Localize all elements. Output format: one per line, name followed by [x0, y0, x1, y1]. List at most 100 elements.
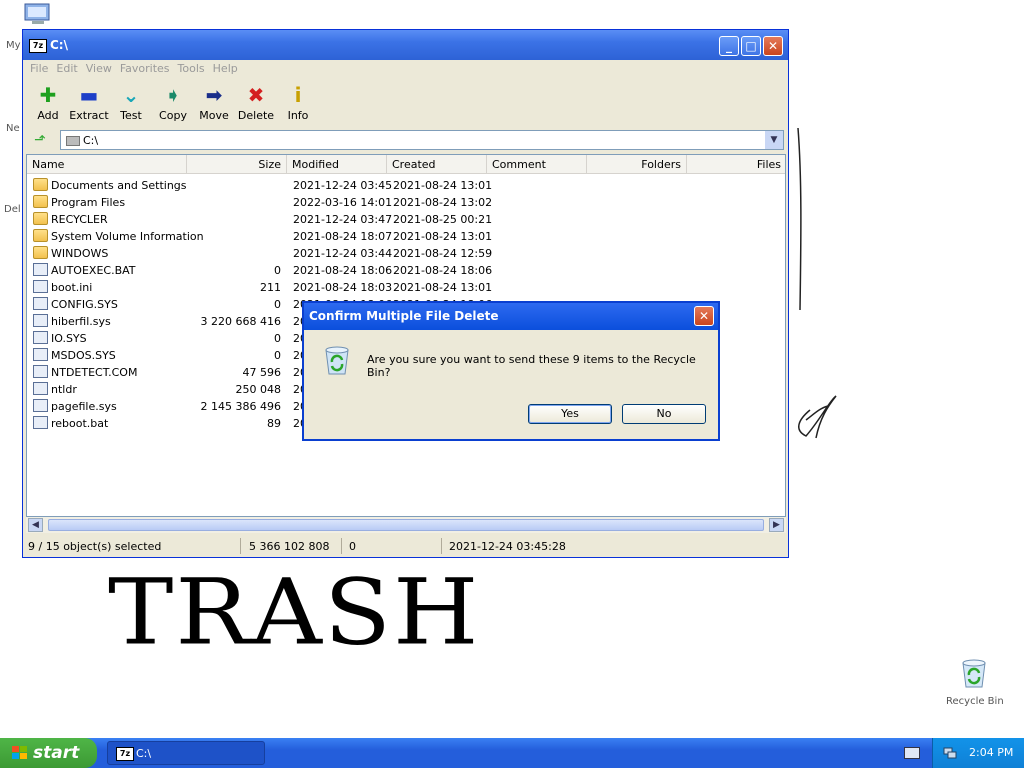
cell-created: 2021-08-24 13:02 [393, 196, 493, 209]
menu-view[interactable]: View [82, 60, 116, 77]
folder-icon [33, 229, 48, 242]
cell-size: 0 [274, 298, 281, 311]
scroll-right-icon[interactable]: ▶ [769, 518, 784, 532]
window-titlebar[interactable]: 7z C:\ _ □ ✕ [23, 30, 788, 60]
add-button[interactable]: ✚ Add [26, 82, 70, 122]
keyboard-icon[interactable] [904, 747, 920, 759]
cell-size: 211 [260, 281, 281, 294]
file-icon [33, 399, 48, 412]
dialog-close-button[interactable]: ✕ [694, 306, 714, 326]
no-button[interactable]: No [622, 404, 706, 424]
cell-created: 2021-08-24 13:01 [393, 281, 493, 294]
start-label: start [33, 743, 80, 763]
column-header-files[interactable]: Files [687, 155, 785, 174]
my-computer-icon[interactable] [22, 2, 54, 26]
folder-icon [33, 212, 48, 225]
cell-name: Program Files [51, 196, 126, 209]
cell-size: 0 [274, 332, 281, 345]
status-selection: 9 / 15 object(s) selected [28, 540, 162, 553]
column-header-modified[interactable]: Modified [287, 155, 387, 174]
cell-name: reboot.bat [51, 417, 109, 430]
column-header-name[interactable]: Name [27, 155, 187, 174]
column-header-created[interactable]: Created [387, 155, 487, 174]
folder-icon [33, 246, 48, 259]
copy-label: Copy [159, 109, 187, 122]
column-header-comment[interactable]: Comment [487, 155, 587, 174]
cell-created: 2021-08-24 13:01 [393, 230, 493, 243]
extract-icon: ▬ [79, 83, 99, 107]
window-title: C:\ [50, 38, 68, 52]
status-packed-size: 0 [349, 540, 356, 553]
menu-file[interactable]: File [26, 60, 52, 77]
menu-help[interactable]: Help [209, 60, 242, 77]
cell-created: 2021-08-24 13:01 [393, 179, 493, 192]
menu-favorites[interactable]: Favorites [116, 60, 174, 77]
table-row[interactable]: boot.ini 211 2021-08-24 18:03 2021-08-24 13… [27, 279, 785, 296]
maximize-button[interactable]: □ [741, 36, 761, 56]
cell-modified: 2021-12-24 03:44 [293, 247, 393, 260]
status-bar: 9 / 15 object(s) selected 5 366 102 808 … [26, 536, 786, 556]
scroll-thumb[interactable] [48, 519, 764, 531]
copy-icon: ➧ [164, 83, 182, 107]
cell-name: ntldr [51, 383, 77, 396]
add-label: Add [37, 109, 59, 122]
file-icon [33, 382, 48, 395]
table-row[interactable]: RECYCLER 2021-12-24 03:47 2021-08-25 00:21 [27, 211, 785, 228]
address-combobox[interactable]: C:\ ▼ [60, 130, 784, 150]
table-row[interactable]: System Volume Information 2021-08-24 18:0… [27, 228, 785, 245]
start-button[interactable]: start [0, 738, 97, 768]
move-button[interactable]: ➡ Move [192, 82, 236, 122]
table-row[interactable]: Documents and Settings 2021-12-24 03:45 20… [27, 177, 785, 194]
table-row[interactable]: Program Files 2022-03-16 14:01 2021-08-24 … [27, 194, 785, 211]
file-icon [33, 263, 48, 276]
cell-modified: 2021-12-24 03:45 [293, 179, 393, 192]
status-total-size: 5 366 102 808 [249, 540, 330, 553]
cell-size: 0 [274, 264, 281, 277]
desktop-icon-label: Del [4, 204, 21, 215]
cell-name: boot.ini [51, 281, 93, 294]
menu-edit[interactable]: Edit [52, 60, 81, 77]
chevron-down-icon[interactable]: ▼ [765, 131, 783, 149]
file-icon [33, 280, 48, 293]
close-button[interactable]: ✕ [763, 36, 783, 56]
folder-icon [33, 178, 48, 191]
taskbar: start 7z C:\ 2:04 PM [0, 738, 1024, 768]
horizontal-scrollbar[interactable]: ◀ ▶ [26, 517, 786, 533]
cell-size: 250 048 [235, 383, 282, 396]
cell-size: 0 [274, 349, 281, 362]
info-button[interactable]: i Info [276, 82, 320, 122]
menu-tools[interactable]: Tools [174, 60, 209, 77]
cell-created: 2021-08-24 12:59 [393, 247, 493, 260]
yes-button[interactable]: Yes [528, 404, 612, 424]
file-icon [33, 365, 48, 378]
app-icon: 7z [116, 747, 134, 761]
address-path: C:\ [83, 134, 99, 147]
column-header-folders[interactable]: Folders [587, 155, 687, 174]
taskbar-window-button[interactable]: 7z C:\ [107, 741, 265, 765]
recycle-bin-label: Recycle Bin [946, 696, 1004, 707]
column-header-size[interactable]: Size [187, 155, 287, 174]
delete-button[interactable]: ✖ Delete [234, 82, 278, 122]
file-icon [33, 348, 48, 361]
test-button[interactable]: ⌄ Test [109, 82, 153, 122]
move-label: Move [199, 109, 229, 122]
up-folder-button[interactable]: ⬏ [30, 132, 50, 150]
cell-name: MSDOS.SYS [51, 349, 116, 362]
scroll-left-icon[interactable]: ◀ [28, 518, 43, 532]
cell-name: pagefile.sys [51, 400, 117, 413]
cell-modified: 2022-03-16 14:01 [293, 196, 393, 209]
address-bar: ⬏ C:\ ▼ [26, 129, 786, 153]
system-tray: 2:04 PM [932, 738, 1024, 768]
table-row[interactable]: AUTOEXEC.BAT 0 2021-08-24 18:06 2021-08-24 … [27, 262, 785, 279]
file-icon [33, 297, 48, 310]
copy-button[interactable]: ➧ Copy [151, 82, 195, 122]
table-row[interactable]: WINDOWS 2021-12-24 03:44 2021-08-24 12:59 [27, 245, 785, 262]
toolbar: ✚ Add ▬ Extract ⌄ Test ➧ Copy ➡ Move ✖ D… [26, 80, 786, 126]
recycle-bin-desktop-icon[interactable] [958, 657, 990, 689]
cell-name: NTDETECT.COM [51, 366, 138, 379]
cell-name: AUTOEXEC.BAT [51, 264, 136, 277]
dialog-titlebar[interactable]: Confirm Multiple File Delete ✕ [304, 303, 718, 330]
extract-button[interactable]: ▬ Extract [67, 82, 111, 122]
network-icon[interactable] [943, 746, 957, 760]
minimize-button[interactable]: _ [719, 36, 739, 56]
